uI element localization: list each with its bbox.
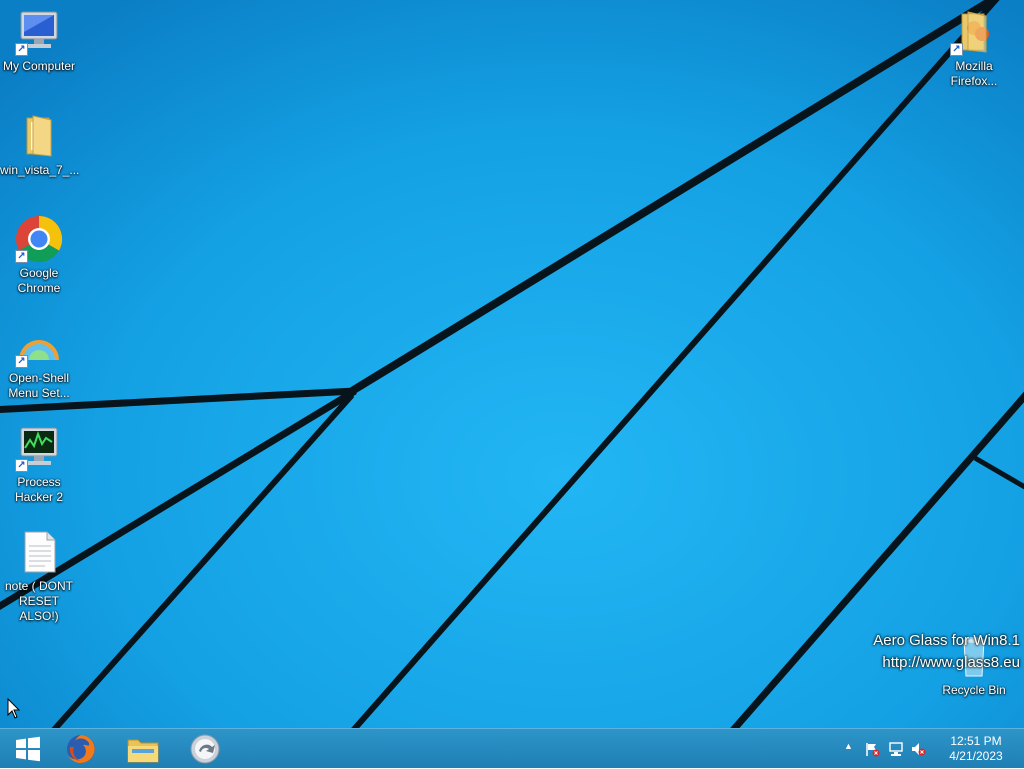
desktop-icon-label: Recycle Bin (942, 683, 1006, 697)
taskbar-file-explorer-button[interactable] (115, 729, 171, 769)
action-center-flag-icon[interactable] (864, 741, 880, 757)
taskbar: ▲ 12:51 PM 4/21/2023 (0, 728, 1024, 768)
network-icon[interactable] (888, 741, 904, 757)
volume-muted-icon[interactable] (910, 741, 926, 757)
taskbar-open-shell-button[interactable] (177, 729, 233, 769)
desktop-wallpaper (0, 0, 1024, 768)
clock-date: 4/21/2023 (949, 749, 1003, 763)
desktop-icon-label: My Computer (2, 59, 76, 73)
desktop-icon-label: Process Hacker 2 (14, 475, 64, 504)
computer-icon: ↗ (15, 8, 63, 56)
desktop-icon-label: Open-Shell Menu Set... (8, 371, 70, 400)
desktop-icon-process-hacker[interactable]: ↗ Process Hacker 2 (0, 424, 78, 505)
chrome-icon: ↗ (15, 215, 63, 263)
desktop-icon-win-vista-folder[interactable]: win_vista_7_... (0, 112, 80, 178)
folder-icon (127, 739, 159, 763)
system-tray: ▲ 12:51 PM 4/21/2023 (844, 729, 1024, 769)
desktop-icon-label: Mozilla Firefox... (950, 59, 998, 88)
firefox-icon (67, 735, 95, 763)
desktop-icon-label: win_vista_7_... (0, 163, 80, 177)
windows-logo-icon (16, 736, 40, 762)
mouse-pointer-icon (7, 698, 21, 719)
taskbar-firefox-button[interactable] (53, 729, 109, 769)
show-hidden-icons-icon[interactable]: ▲ (844, 741, 860, 757)
desktop-icon-mozilla-firefox[interactable]: ↗ Mozilla Firefox... (935, 8, 1013, 89)
folder-icon: ↗ (950, 8, 998, 56)
open-shell-icon: ↗ (15, 320, 63, 368)
watermark-line-2: http://www.glass8.eu (882, 654, 1020, 671)
process-hacker-icon: ↗ (15, 424, 63, 472)
folder-icon (15, 112, 63, 160)
desktop-icon-note-file[interactable]: note ( DONT RESET ALSO!) (0, 528, 78, 624)
desktop-icon-my-computer[interactable]: ↗ My Computer (0, 8, 78, 74)
start-button[interactable] (0, 729, 56, 769)
taskbar-clock[interactable]: 12:51 PM 4/21/2023 (946, 734, 1006, 764)
open-shell-icon (190, 734, 220, 764)
watermark-line-1: Aero Glass for Win8.1 (873, 632, 1020, 649)
text-file-icon (15, 528, 63, 576)
desktop-icon-label: note ( DONT RESET ALSO!) (4, 579, 73, 623)
clock-time: 12:51 PM (950, 734, 1002, 748)
aero-glass-watermark: Aero Glass for Win8.1 http://www.glass8.… (873, 630, 1020, 674)
desktop-icon-label: Google Chrome (17, 266, 61, 295)
desktop-icon-google-chrome[interactable]: ↗ Google Chrome (0, 215, 78, 296)
desktop-icon-open-shell[interactable]: ↗ Open-Shell Menu Set... (0, 320, 78, 401)
